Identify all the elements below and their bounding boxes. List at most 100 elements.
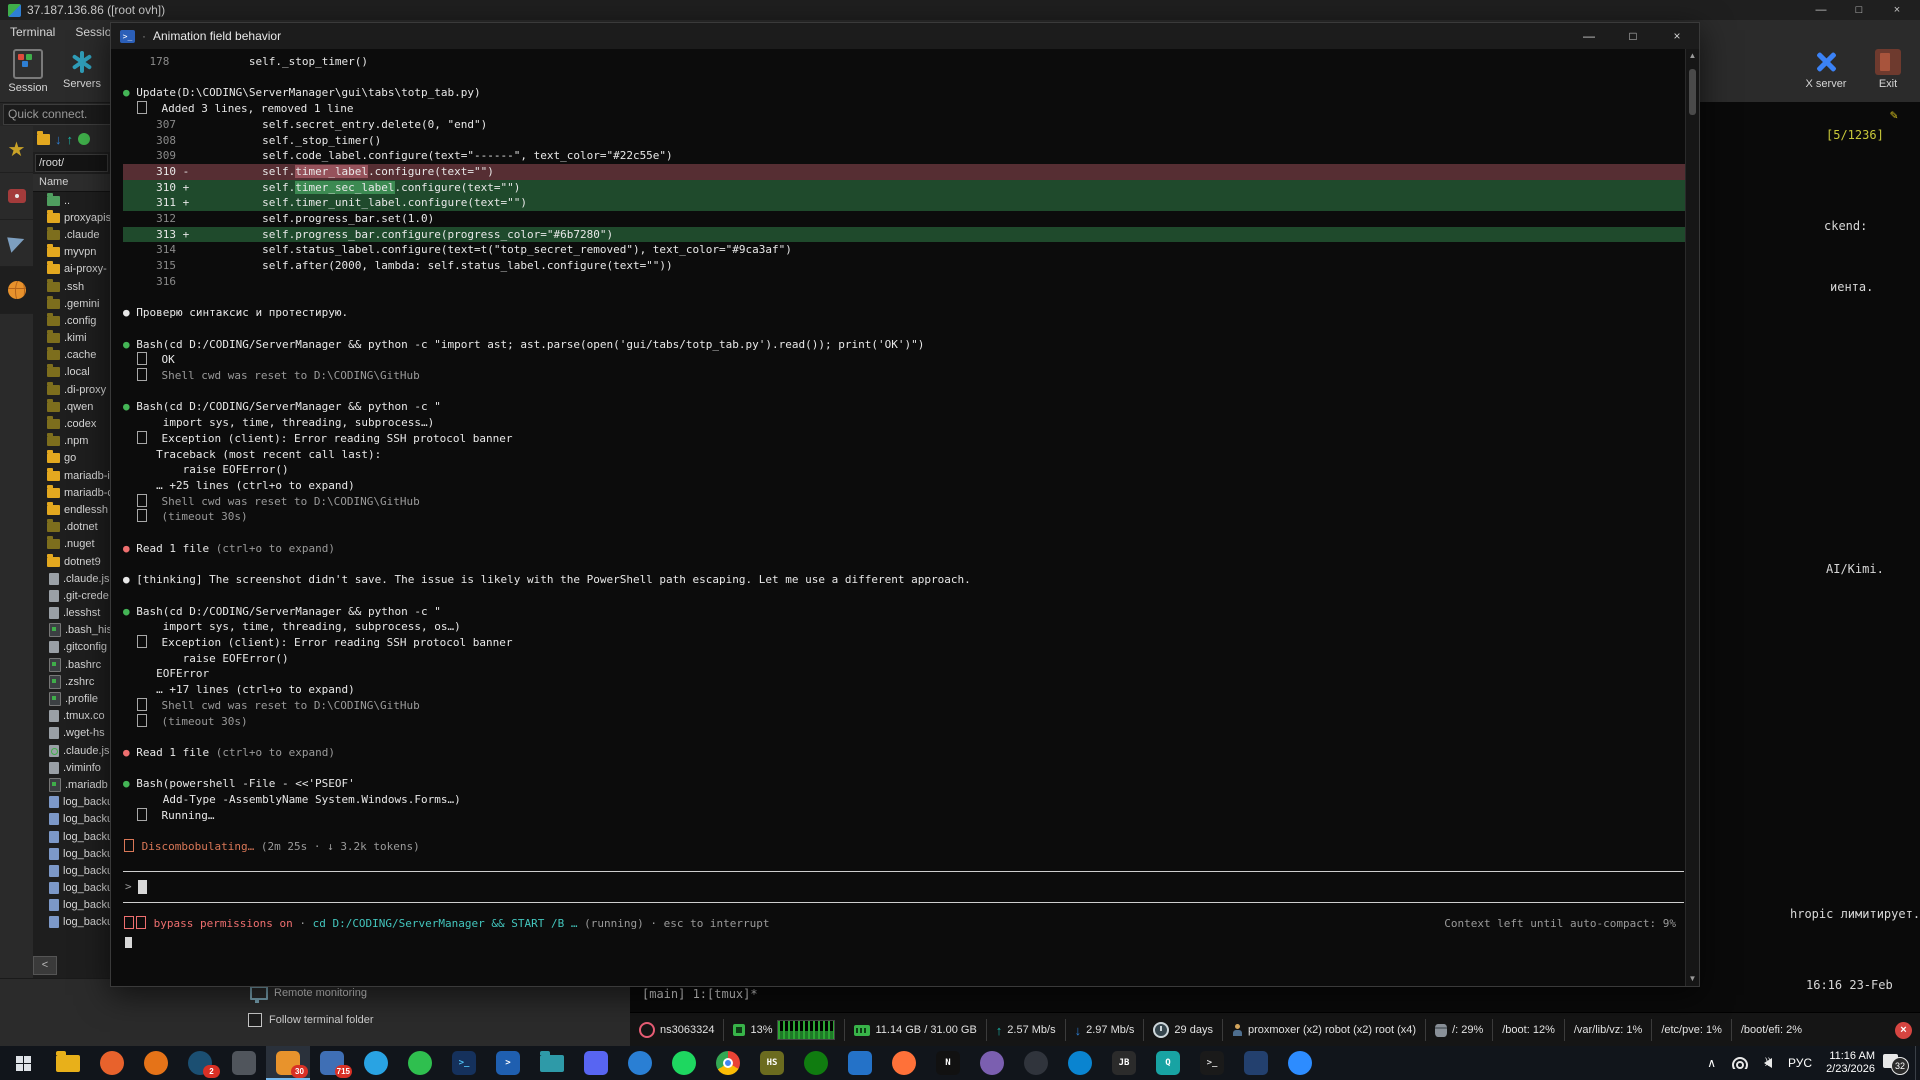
- file-row[interactable]: .wget-hs: [33, 725, 110, 742]
- file-row[interactable]: .codex: [33, 415, 110, 432]
- file-row[interactable]: go: [33, 450, 110, 467]
- taskbar-icon-vscode[interactable]: [838, 1046, 882, 1080]
- taskbar-icon-firefox-browser[interactable]: [134, 1046, 178, 1080]
- file-row[interactable]: proxyapis: [33, 209, 110, 226]
- taskbar-icon-viber[interactable]: [970, 1046, 1014, 1080]
- minimize-icon[interactable]: —: [1567, 23, 1611, 49]
- taskbar-icon-orange-app[interactable]: 30: [266, 1046, 310, 1080]
- servers-button[interactable]: Servers: [56, 47, 108, 90]
- file-row[interactable]: dotnet9: [33, 553, 110, 570]
- taskbar-icon-firefox-dev[interactable]: [882, 1046, 926, 1080]
- dock-tab-macros[interactable]: [0, 220, 33, 267]
- taskbar-icon-edge-browser[interactable]: 2: [178, 1046, 222, 1080]
- scroll-left-button[interactable]: <: [33, 956, 57, 975]
- session-button[interactable]: Session: [2, 47, 54, 94]
- file-row[interactable]: .cache: [33, 347, 110, 364]
- claude-input-box[interactable]: >: [123, 871, 1684, 903]
- file-row[interactable]: .claude.js: [33, 570, 110, 587]
- file-row[interactable]: log_backu: [33, 914, 110, 931]
- file-row[interactable]: .local: [33, 364, 110, 381]
- dock-tab-favorites[interactable]: ★: [0, 126, 33, 173]
- scroll-down-icon[interactable]: ▼: [1686, 972, 1699, 986]
- file-row[interactable]: .qwen: [33, 398, 110, 415]
- taskbar-icon-dark-app[interactable]: [222, 1046, 266, 1080]
- file-row[interactable]: log_backu: [33, 794, 110, 811]
- taskbar-icon-edge-blue[interactable]: [1058, 1046, 1102, 1080]
- exit-button[interactable]: Exit: [1862, 47, 1914, 90]
- file-row[interactable]: .zshrc: [33, 673, 110, 690]
- taskbar-icon-spotify[interactable]: [662, 1046, 706, 1080]
- file-row[interactable]: .tmux.co: [33, 708, 110, 725]
- file-row[interactable]: .viminfo: [33, 759, 110, 776]
- folder-up-icon[interactable]: [37, 134, 50, 145]
- file-row[interactable]: log_backu: [33, 862, 110, 879]
- file-row[interactable]: .bash_his: [33, 622, 110, 639]
- file-row[interactable]: .lesshst: [33, 605, 110, 622]
- maximize-icon[interactable]: □: [1840, 0, 1878, 20]
- taskbar-icon-telegram[interactable]: [354, 1046, 398, 1080]
- file-row[interactable]: .kimi: [33, 330, 110, 347]
- speaker-icon[interactable]: [1764, 1058, 1772, 1068]
- follow-checkbox[interactable]: [248, 1013, 262, 1027]
- path-input[interactable]: /root/: [35, 154, 108, 172]
- close-icon[interactable]: ×: [1655, 23, 1699, 49]
- taskbar-icon-teal-folder-app[interactable]: [530, 1046, 574, 1080]
- wifi-icon[interactable]: [1732, 1057, 1748, 1069]
- taskbar-icon-brave-browser[interactable]: [90, 1046, 134, 1080]
- taskbar-icon-powershell[interactable]: >: [486, 1046, 530, 1080]
- file-row[interactable]: .gitconfig: [33, 639, 110, 656]
- taskbar-icon-file-explorer[interactable]: [46, 1046, 90, 1080]
- download-icon[interactable]: ↓: [55, 134, 62, 145]
- file-row[interactable]: .claude: [33, 226, 110, 243]
- file-row[interactable]: .nuget: [33, 536, 110, 553]
- file-row[interactable]: .ssh: [33, 278, 110, 295]
- taskbar-icon-obs[interactable]: [1014, 1046, 1058, 1080]
- scrollbar-thumb[interactable]: [1689, 69, 1696, 115]
- taskbar-icon-jetbrains[interactable]: JB: [1102, 1046, 1146, 1080]
- dock-tab-tools[interactable]: [0, 173, 33, 220]
- statusbar-close-icon[interactable]: ×: [1895, 1022, 1912, 1039]
- scroll-up-icon[interactable]: ▲: [1686, 49, 1699, 63]
- dock-tab-sftp-browser[interactable]: [0, 267, 33, 314]
- remote-monitoring-button[interactable]: Remote monitoring: [250, 986, 367, 1000]
- taskbar-icon-cmd[interactable]: >_: [1190, 1046, 1234, 1080]
- taskbar-icon-chrome[interactable]: [706, 1046, 750, 1080]
- file-row[interactable]: mariadb-i: [33, 467, 110, 484]
- maximize-icon[interactable]: □: [1611, 23, 1655, 49]
- taskbar-icon-hs-app[interactable]: HS: [750, 1046, 794, 1080]
- file-row[interactable]: .npm: [33, 433, 110, 450]
- file-row[interactable]: log_backu: [33, 897, 110, 914]
- file-row[interactable]: .git-crede: [33, 587, 110, 604]
- menu-terminal[interactable]: Terminal: [0, 20, 65, 44]
- file-row[interactable]: endlessh: [33, 501, 110, 518]
- taskbar-icon-chat-app[interactable]: 715: [310, 1046, 354, 1080]
- taskbar-icon-zoom-app[interactable]: [1278, 1046, 1322, 1080]
- notification-button[interactable]: 32: [1883, 1053, 1905, 1073]
- file-row[interactable]: .dotnet: [33, 519, 110, 536]
- scrollbar[interactable]: ▲ ▼: [1685, 49, 1699, 986]
- file-row[interactable]: myvpn: [33, 244, 110, 261]
- taskbar-icon-whatsapp[interactable]: [398, 1046, 442, 1080]
- start-button[interactable]: [0, 1046, 46, 1080]
- file-row[interactable]: .di-proxy: [33, 381, 110, 398]
- taskbar-icon-mail-app[interactable]: [618, 1046, 662, 1080]
- x-server-button[interactable]: X server: [1800, 47, 1852, 90]
- file-row[interactable]: .claude.js: [33, 742, 110, 759]
- follow-terminal-folder-row[interactable]: Follow terminal folder: [248, 1013, 374, 1027]
- taskbar-icon-windows-terminal[interactable]: >_: [442, 1046, 486, 1080]
- close-icon[interactable]: ×: [1878, 0, 1916, 20]
- claude-titlebar[interactable]: >_ · Animation field behavior — □ ×: [111, 23, 1699, 49]
- file-column-header[interactable]: Name: [33, 174, 110, 192]
- tray-chevron-icon[interactable]: ∧: [1707, 1056, 1716, 1070]
- file-row[interactable]: log_backu: [33, 845, 110, 862]
- clock[interactable]: 11:16 AM 2/23/2026: [1826, 1050, 1875, 1076]
- taskbar-icon-blue-app[interactable]: [1234, 1046, 1278, 1080]
- taskbar-icon-notion[interactable]: N: [926, 1046, 970, 1080]
- file-row[interactable]: log_backu: [33, 811, 110, 828]
- file-row[interactable]: mariadb-c: [33, 484, 110, 501]
- taskbar-icon-xbox[interactable]: [794, 1046, 838, 1080]
- file-row[interactable]: .bashrc: [33, 656, 110, 673]
- file-row[interactable]: log_backu: [33, 828, 110, 845]
- upload-icon[interactable]: ↑: [67, 134, 74, 145]
- file-row[interactable]: ai-proxy-: [33, 261, 110, 278]
